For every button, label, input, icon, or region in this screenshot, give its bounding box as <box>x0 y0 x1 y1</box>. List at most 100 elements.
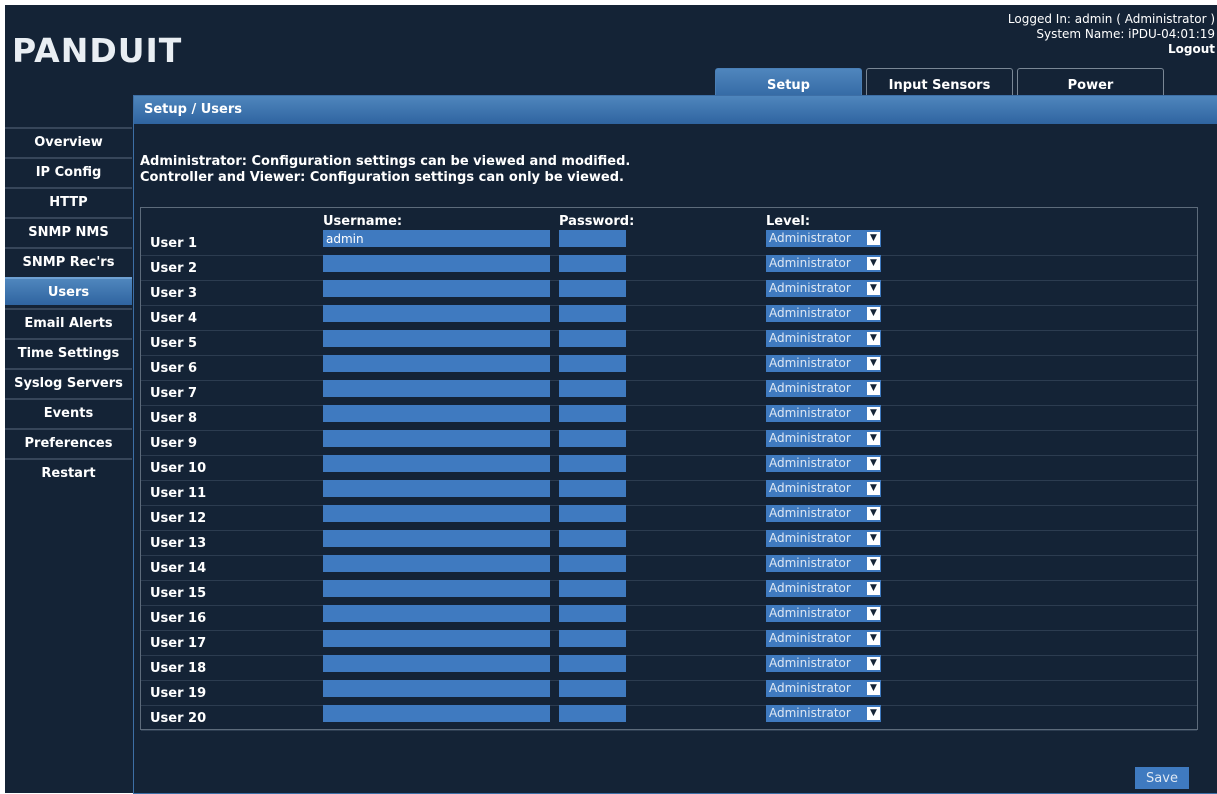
sidebar-item-time-settings[interactable]: Time Settings <box>5 337 132 366</box>
level-select[interactable]: Administrator ▼ <box>766 305 881 322</box>
username-input[interactable] <box>323 480 550 497</box>
sidebar-item-snmp-rec-rs[interactable]: SNMP Rec'rs <box>5 247 132 276</box>
password-input[interactable] <box>559 255 626 272</box>
password-input[interactable] <box>559 505 626 522</box>
user-label: User 1 <box>150 236 198 251</box>
table-row: User 19 Administrator ▼ <box>141 680 1197 706</box>
username-input[interactable] <box>323 305 550 322</box>
password-input[interactable] <box>559 280 626 297</box>
level-select[interactable]: Administrator ▼ <box>766 430 881 447</box>
username-input[interactable] <box>323 655 550 672</box>
caret-down-icon: ▼ <box>867 232 880 245</box>
sidebar-item-restart[interactable]: Restart <box>5 458 132 487</box>
user-label: User 2 <box>150 261 198 276</box>
table-row: User 1 Administrator ▼ <box>141 230 1197 256</box>
level-value: Administrator <box>769 556 851 570</box>
table-row: User 6 Administrator ▼ <box>141 355 1197 381</box>
username-input[interactable] <box>323 605 550 622</box>
sidebar-item-http[interactable]: HTTP <box>5 187 132 216</box>
level-value: Administrator <box>769 281 851 295</box>
level-select[interactable]: Administrator ▼ <box>766 680 881 697</box>
user-label: User 11 <box>150 486 207 501</box>
username-input[interactable] <box>323 455 550 472</box>
password-input[interactable] <box>559 230 626 247</box>
password-input[interactable] <box>559 530 626 547</box>
username-input[interactable] <box>323 405 550 422</box>
password-input[interactable] <box>559 605 626 622</box>
sidebar-item-events[interactable]: Events <box>5 397 132 426</box>
username-input[interactable] <box>323 680 550 697</box>
sidebar-item-preferences[interactable]: Preferences <box>5 427 132 456</box>
level-value: Administrator <box>769 656 851 670</box>
table-row: User 13 Administrator ▼ <box>141 530 1197 556</box>
sidebar-item-syslog-servers[interactable]: Syslog Servers <box>5 367 132 396</box>
level-select[interactable]: Administrator ▼ <box>766 630 881 647</box>
password-input[interactable] <box>559 380 626 397</box>
caret-down-icon: ▼ <box>867 282 880 295</box>
admin-description: Administrator: Configuration settings ca… <box>140 154 631 169</box>
username-input[interactable] <box>323 355 550 372</box>
level-select[interactable]: Administrator ▼ <box>766 330 881 347</box>
username-input[interactable] <box>323 280 550 297</box>
password-input[interactable] <box>559 555 626 572</box>
sidebar-item-ip-config[interactable]: IP Config <box>5 157 132 186</box>
password-header: Password: <box>559 214 635 229</box>
password-input[interactable] <box>559 680 626 697</box>
password-input[interactable] <box>559 355 626 372</box>
username-input[interactable] <box>323 705 550 722</box>
level-select[interactable]: Administrator ▼ <box>766 505 881 522</box>
password-input[interactable] <box>559 330 626 347</box>
logout-link[interactable]: Logout <box>1008 42 1215 57</box>
level-value: Administrator <box>769 631 851 645</box>
user-label: User 17 <box>150 636 207 651</box>
password-input[interactable] <box>559 455 626 472</box>
user-label: User 5 <box>150 336 198 351</box>
username-input[interactable] <box>323 330 550 347</box>
level-select[interactable]: Administrator ▼ <box>766 530 881 547</box>
level-select[interactable]: Administrator ▼ <box>766 555 881 572</box>
level-value: Administrator <box>769 306 851 320</box>
table-row: User 9 Administrator ▼ <box>141 430 1197 456</box>
username-input[interactable] <box>323 505 550 522</box>
password-input[interactable] <box>559 655 626 672</box>
password-input[interactable] <box>559 405 626 422</box>
level-select[interactable]: Administrator ▼ <box>766 580 881 597</box>
level-select[interactable]: Administrator ▼ <box>766 455 881 472</box>
password-input[interactable] <box>559 705 626 722</box>
level-value: Administrator <box>769 681 851 695</box>
save-button[interactable]: Save <box>1135 767 1189 789</box>
permissions-description: Administrator: Configuration settings ca… <box>140 154 630 186</box>
level-value: Administrator <box>769 331 851 345</box>
level-select[interactable]: Administrator ▼ <box>766 655 881 672</box>
level-select[interactable]: Administrator ▼ <box>766 255 881 272</box>
username-input[interactable] <box>323 380 550 397</box>
username-input[interactable] <box>323 255 550 272</box>
username-input[interactable] <box>323 630 550 647</box>
user-label: User 16 <box>150 611 207 626</box>
level-select[interactable]: Administrator ▼ <box>766 405 881 422</box>
sidebar-item-overview[interactable]: Overview <box>5 127 132 155</box>
system-name-text: System Name: iPDU-04:01:19 <box>1036 27 1215 41</box>
level-select[interactable]: Administrator ▼ <box>766 705 881 722</box>
username-input[interactable] <box>323 580 550 597</box>
username-input[interactable] <box>323 555 550 572</box>
level-select[interactable]: Administrator ▼ <box>766 355 881 372</box>
password-input[interactable] <box>559 480 626 497</box>
level-select[interactable]: Administrator ▼ <box>766 280 881 297</box>
level-select[interactable]: Administrator ▼ <box>766 480 881 497</box>
sidebar-item-snmp-nms[interactable]: SNMP NMS <box>5 217 132 246</box>
password-input[interactable] <box>559 630 626 647</box>
password-input[interactable] <box>559 305 626 322</box>
level-select[interactable]: Administrator ▼ <box>766 230 881 247</box>
password-input[interactable] <box>559 580 626 597</box>
level-select[interactable]: Administrator ▼ <box>766 605 881 622</box>
username-input[interactable] <box>323 530 550 547</box>
password-input[interactable] <box>559 430 626 447</box>
username-input[interactable] <box>323 230 550 247</box>
level-select[interactable]: Administrator ▼ <box>766 380 881 397</box>
table-row: User 3 Administrator ▼ <box>141 280 1197 306</box>
sidebar-item-users[interactable]: Users <box>5 277 132 306</box>
sidebar-item-email-alerts[interactable]: Email Alerts <box>5 307 132 336</box>
username-input[interactable] <box>323 430 550 447</box>
table-row: User 17 Administrator ▼ <box>141 630 1197 656</box>
